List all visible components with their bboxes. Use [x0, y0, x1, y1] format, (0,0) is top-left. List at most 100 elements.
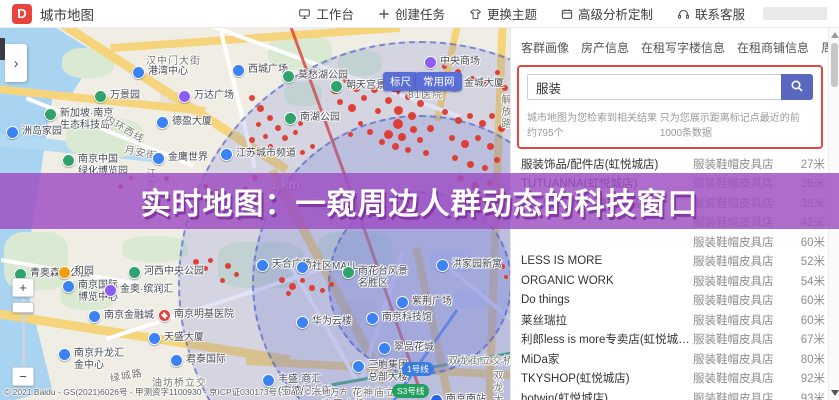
map-label-text: 紫荆广场 — [412, 296, 452, 308]
map-label-text: 翠品花城 — [394, 342, 434, 354]
heat-dot — [309, 285, 315, 291]
menu-item-create-task[interactable]: 创建任务 — [378, 4, 445, 23]
tab-2[interactable]: 房产信息 — [581, 39, 629, 56]
poi-icon — [430, 394, 443, 400]
poi-label[interactable]: 南京升龙汇 金中心 — [58, 348, 124, 372]
map-label-text: 双龙街立交桥 — [448, 356, 510, 368]
scroll-up-arrow[interactable] — [831, 32, 839, 38]
poi-label[interactable]: +南京明基医院 — [158, 309, 234, 322]
list-item[interactable]: TKYSHOP(虹悦城店)服装鞋帽皮具店92米 — [521, 369, 825, 389]
result-limit-text: 只为您展示距离标记点最近的前1000条数据 — [660, 109, 813, 139]
shop-name: 利郎less is more专卖店(虹悦城店) — [521, 331, 693, 347]
app-logo[interactable]: D — [12, 4, 32, 24]
tab-4[interactable]: 在租商铺信息 — [737, 39, 809, 56]
list-item[interactable]: 服装饰品/配件店(虹悦城店)服装鞋帽皮具店27米 — [521, 154, 825, 174]
map-label-text: 洪家园新寓 — [452, 259, 502, 271]
zoom-in-button[interactable]: + — [12, 278, 34, 297]
poi-label[interactable]: 万景园 — [94, 90, 140, 103]
poi-label[interactable]: 港湾中心 — [132, 66, 188, 79]
menu-item-contact-support[interactable]: 联系客服 — [677, 4, 745, 23]
search-input[interactable] — [527, 74, 781, 100]
poi-label[interactable]: 洪家园新寓 — [436, 259, 502, 272]
zoom-out-button[interactable]: − — [12, 367, 34, 386]
poi-label[interactable]: 洲岛家园 — [6, 126, 62, 139]
list-item[interactable]: LESS IS MORE服装鞋帽皮具店52米 — [521, 252, 825, 272]
menu-item-label: 更换主题 — [487, 4, 537, 23]
heat-dot — [267, 115, 273, 121]
poi-icon — [256, 259, 269, 272]
heat-dot — [394, 106, 403, 115]
menu-item-change-theme[interactable]: 更换主题 — [469, 4, 537, 23]
heat-dot — [249, 95, 255, 101]
map-tool-button-1[interactable]: 标尺 — [383, 72, 418, 91]
poi-label[interactable]: 金鹰世界 — [152, 152, 208, 165]
map-park — [122, 236, 188, 262]
user-account-redacted[interactable] — [763, 7, 827, 20]
heat-dot — [282, 135, 288, 141]
menu-item-advanced-analysis[interactable]: 高级分析定制 — [561, 4, 653, 23]
heat-dot — [234, 272, 239, 277]
poi-label[interactable]: 南京金融城 — [88, 310, 154, 323]
heat-dot — [379, 139, 385, 145]
shop-category: 服装鞋帽皮具店 — [693, 156, 774, 172]
poi-label[interactable]: 南湖公园 — [284, 112, 340, 125]
list-item[interactable]: 莱丝瑞拉服装鞋帽皮具店60米 — [521, 310, 825, 330]
heat-dot — [417, 137, 423, 143]
poi-label[interactable]: 天盛大厦 — [148, 332, 204, 345]
shop-distance: 60米 — [801, 234, 825, 250]
list-item[interactable]: ORGANIC WORK服装鞋帽皮具店54米 — [521, 271, 825, 291]
poi-label[interactable]: 和园 — [58, 266, 94, 279]
poi-label[interactable]: 南京南站 — [430, 394, 486, 400]
metro-line-badge: S3号线 — [392, 384, 429, 398]
hospital-icon: + — [158, 309, 171, 322]
poi-label[interactable]: 江苏城市频道 — [220, 148, 296, 161]
poi-label[interactable]: 紫荆广场 — [396, 296, 452, 309]
poi-label[interactable]: 翠品花城 — [378, 342, 434, 355]
poi-icon — [178, 90, 191, 103]
heat-dot — [337, 99, 343, 105]
heat-dot — [467, 161, 474, 168]
search-button[interactable] — [781, 74, 813, 100]
tab-3[interactable]: 在租写字楼信息 — [641, 39, 725, 56]
heat-dot — [220, 278, 225, 283]
heat-dot — [489, 113, 495, 119]
poi-label[interactable]: 中央商场 — [424, 56, 480, 69]
heat-dot — [279, 277, 285, 283]
poi-icon — [156, 116, 169, 129]
poi-label[interactable]: 雨花台风景 名胜区 — [342, 266, 408, 290]
poi-label[interactable]: 华为云楼 — [296, 316, 352, 329]
list-item[interactable]: MiDa家服装鞋帽皮具店80米 — [521, 349, 825, 369]
result-count-text: 城市地图为您检索到相关结果约795个 — [527, 109, 660, 139]
heat-dot — [467, 113, 473, 119]
poi-icon — [436, 259, 449, 272]
poi-label[interactable]: 河西中央公园 — [128, 266, 204, 279]
poi-label[interactable]: 万达广场 — [178, 90, 234, 103]
zoom-slider-thumb[interactable] — [12, 302, 34, 313]
expand-sidebar-button[interactable]: › — [5, 44, 27, 82]
tab-1[interactable]: 客群画像 — [521, 39, 569, 56]
shop-distance: 80米 — [801, 351, 825, 367]
list-item[interactable]: 利郎less is more专卖店(虹悦城店)服装鞋帽皮具店67米 — [521, 330, 825, 350]
map-tool-button-2[interactable]: 常用网 — [416, 72, 462, 91]
map-label-text: 双龙大道 — [490, 370, 502, 400]
list-item[interactable]: 服装鞋帽皮具店60米 — [521, 232, 825, 252]
heat-dot — [320, 288, 325, 293]
poi-label[interactable]: 南京科技馆 — [366, 312, 432, 325]
poi-label[interactable]: 西城广场 — [232, 64, 288, 77]
shop-distance: 93米 — [801, 390, 825, 400]
poi-label[interactable]: 三胞集团 总部大楼 — [352, 360, 408, 384]
poi-label[interactable]: 君泰国际 — [170, 354, 226, 367]
heat-dot — [410, 126, 417, 133]
list-item[interactable]: hotwin(虹悦城店)服装鞋帽皮具店93米 — [521, 388, 825, 400]
menu-item-workbench[interactable]: 工作台 — [298, 4, 354, 23]
map-label-text: 南京南站 — [446, 394, 486, 400]
scroll-thumb[interactable] — [831, 43, 838, 87]
heat-dot — [300, 278, 305, 283]
poi-label[interactable]: 德盈大厦 — [156, 116, 212, 129]
shop-name: LESS IS MORE — [521, 255, 693, 267]
scroll-down-arrow[interactable] — [831, 390, 839, 396]
heat-dot — [348, 104, 356, 112]
list-item[interactable]: Do things服装鞋帽皮具店60米 — [521, 291, 825, 311]
poi-label[interactable]: 金奥·缤润汇 — [104, 284, 173, 297]
heat-dot — [408, 112, 416, 120]
